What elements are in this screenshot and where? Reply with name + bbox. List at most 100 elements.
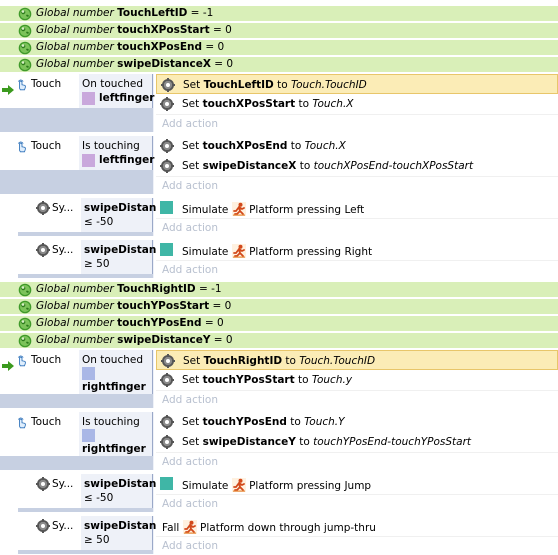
action-text: Set touchYPosStart to Touch.y [182,374,353,386]
global-var-row[interactable]: Global number touchXPosStart = 0 [0,23,558,39]
condition-params[interactable]: swipeDistance ≥ 50 [80,516,170,550]
condition-column[interactable]: Sy... swipeDistance ≥ 50 [18,516,170,554]
global-variable-icon [18,24,32,38]
event-block[interactable]: Touch Is touching rightfinger Set touchY… [0,412,558,470]
condition-row[interactable]: Touch On touched rightfinger [0,350,153,394]
condition-column[interactable]: Touch Is touching leftfinger [0,136,154,194]
action-text: Set TouchLeftID to Touch.TouchID [183,79,367,91]
finger-color-swatch [82,92,95,105]
action-text: Set touchYPosEnd to Touch.Y [182,416,345,428]
global-var-row[interactable]: Global number touchXPosEnd = 0 [0,40,558,56]
action-row[interactable]: Simulate Platform pressing Left [156,198,558,219]
action-row[interactable]: Set touchXPosStart to Touch.X [156,94,558,115]
sub-event-block[interactable]: Sy... swipeDistance ≤ -50 Simulate Platf… [0,198,558,236]
sub-event-block[interactable]: Sy... swipeDistance ≥ 50 Simulate Platfo… [0,240,558,278]
compare-value: ≥ 50 [84,258,110,270]
global-variable-icon [18,334,32,348]
touch-icon [17,79,26,91]
condition-row[interactable]: Touch Is touching leftfinger [0,136,155,170]
condition-row[interactable]: Sy... swipeDistance ≤ -50 [18,198,170,232]
add-action-link[interactable]: Add action [162,391,218,409]
condition-object: Touch [31,354,62,366]
global-var-text: Global number swipeDistanceY = 0 [36,334,233,346]
condition-row[interactable]: Sy... swipeDistance ≥ 50 [18,516,170,550]
global-variable-icon [18,317,32,331]
add-action-link[interactable]: Add action [162,177,218,195]
condition-column[interactable]: Touch Is touching rightfinger [0,412,154,470]
condition-row[interactable]: Sy... swipeDistance ≤ -50 [18,474,170,508]
global-var-row[interactable]: Global number swipeDistanceY = 0 [0,333,558,349]
condition-params[interactable]: On touched rightfinger [78,350,152,394]
event-block[interactable]: Touch On touched leftfinger Set TouchLef… [0,74,558,132]
condition-column[interactable]: Sy... swipeDistance ≤ -50 [18,474,170,512]
sub-event-block[interactable]: Sy... swipeDistance ≤ -50 Simulate Platf… [0,474,558,512]
platform-behavior-icon [230,243,247,259]
action-row[interactable]: Set touchXPosEnd to Touch.X [156,136,558,157]
action-row[interactable]: Simulate Platform pressing Jump [156,474,558,495]
add-action-link[interactable]: Add action [162,453,218,471]
object-color-swatch [160,201,173,214]
condition-name: On touched [82,78,144,90]
touch-icon [17,141,26,153]
platform-behavior-icon [181,519,198,535]
global-var-row[interactable]: Global number touchYPosEnd = 0 [0,316,558,332]
finger-color-swatch [82,367,95,380]
add-action-link[interactable]: Add action [162,495,218,513]
condition-column[interactable]: Touch On touched leftfinger [0,74,154,132]
system-gear-icon [160,435,174,449]
global-var-text: Global number touchXPosStart = 0 [36,24,232,36]
action-text: Simulate Platform pressing Right [182,243,373,259]
action-row[interactable]: Set touchYPosStart to Touch.y [156,370,558,391]
condition-name: Is touching [82,140,140,152]
condition-column[interactable]: Touch On touched rightfinger [0,350,154,408]
action-text: Set swipeDistanceX to touchXPosEnd-touch… [182,160,474,172]
event-block[interactable]: Touch On touched rightfinger Set TouchRi… [0,350,558,408]
system-gear-icon [160,373,174,387]
global-var-text: Global number swipeDistanceX = 0 [36,58,234,70]
action-row[interactable]: Set swipeDistanceX to touchXPosEnd-touch… [156,156,558,177]
action-row[interactable]: Set TouchRightID to Touch.TouchID [156,350,558,370]
condition-object: Sy... [52,202,74,214]
trigger-arrow-icon [2,361,14,371]
add-action-link[interactable]: Add action [162,537,218,555]
condition-column[interactable]: Sy... swipeDistance ≤ -50 [18,198,170,236]
system-gear-icon [160,415,174,429]
condition-row[interactable]: Sy... swipeDistance ≥ 50 [18,240,170,274]
system-gear-icon [160,139,174,153]
finger-color-swatch [82,429,95,442]
condition-row[interactable]: Touch On touched leftfinger [0,74,154,108]
global-var-row[interactable]: Global number TouchLeftID = -1 [0,6,558,22]
condition-params[interactable]: swipeDistance ≥ 50 [80,240,170,274]
sub-event-block[interactable]: Sy... swipeDistance ≥ 50 Fall Platform d… [0,516,558,554]
global-var-row[interactable]: Global number touchYPosStart = 0 [0,299,558,315]
condition-params[interactable]: swipeDistance ≤ -50 [80,198,170,232]
global-var-row[interactable]: Global number TouchRightID = -1 [0,282,558,298]
condition-params[interactable]: On touched leftfinger [78,74,154,108]
add-action-link[interactable]: Add action [162,115,218,133]
condition-param: leftfinger [99,154,155,166]
global-variable-icon [18,58,32,72]
condition-object: Touch [31,416,62,428]
system-gear-icon [36,519,50,533]
action-text: Set touchXPosEnd to Touch.X [182,140,346,152]
action-row[interactable]: Set touchYPosEnd to Touch.Y [156,412,558,433]
condition-params[interactable]: Is touching leftfinger [78,136,155,170]
condition-params[interactable]: swipeDistance ≤ -50 [80,474,170,508]
add-action-link[interactable]: Add action [162,261,218,279]
global-var-row[interactable]: Global number swipeDistanceX = 0 [0,57,558,73]
condition-row[interactable]: Touch Is touching rightfinger [0,412,153,456]
touch-icon [17,355,26,367]
action-row[interactable]: Simulate Platform pressing Right [156,240,558,261]
action-row[interactable]: Set TouchLeftID to Touch.TouchID [156,74,558,94]
condition-params[interactable]: Is touching rightfinger [78,412,152,456]
action-row[interactable]: Fall Platform down through jump-thru [156,516,558,537]
add-action-link[interactable]: Add action [162,219,218,237]
system-gear-icon [161,78,175,92]
touch-icon [17,417,26,429]
condition-column[interactable]: Sy... swipeDistance ≥ 50 [18,240,170,278]
action-text: Simulate Platform pressing Jump [182,477,372,493]
condition-param: rightfinger [82,443,146,455]
action-row[interactable]: Set swipeDistanceY to touchYPosEnd-touch… [156,432,558,453]
action-text: Set touchXPosStart to Touch.X [182,98,354,110]
event-block[interactable]: Touch Is touching leftfinger Set touchXP… [0,136,558,194]
